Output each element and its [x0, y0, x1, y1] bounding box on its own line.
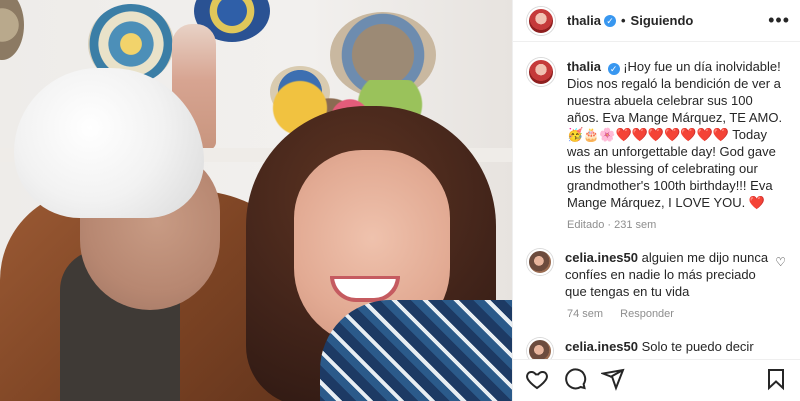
post-sidebar: thalia ✓ • Siguiendo ••• thalia ✓ ¡Hoy f…: [512, 0, 800, 401]
comment-icon[interactable]: [563, 367, 587, 394]
reply-button[interactable]: Responder: [620, 308, 674, 320]
verified-badge-icon: ✓: [607, 63, 620, 76]
username[interactable]: thalia: [567, 13, 601, 28]
edited-time: Editado · 231 sem: [567, 219, 657, 232]
comment-meta: 74 sem Responder: [567, 308, 786, 320]
comment: celia.ines50 Solo te puedo decir que: [527, 338, 786, 359]
caption-username[interactable]: thalia: [567, 59, 601, 74]
woman-blouse: [320, 300, 512, 401]
heart-icon[interactable]: ♡: [775, 255, 786, 269]
action-bar: [513, 358, 800, 401]
caption-text: thalia ✓ ¡Hoy fue un día inolvidable! Di…: [567, 58, 786, 211]
post-photo[interactable]: [0, 0, 512, 401]
avatar[interactable]: [527, 6, 555, 35]
heart-emoji: ❤️: [748, 195, 766, 211]
following-button[interactable]: Siguiendo: [631, 13, 694, 28]
comment-username[interactable]: celia.ines50: [565, 339, 638, 354]
comment-username[interactable]: celia.ines50: [565, 250, 638, 265]
comments-list: thalia ✓ ¡Hoy fue un día inolvidable! Di…: [513, 42, 800, 359]
heart-icon[interactable]: [525, 367, 549, 394]
avatar[interactable]: [527, 249, 553, 276]
comment-time: 74 sem: [567, 308, 604, 321]
avatar[interactable]: [527, 58, 555, 87]
emoji-line: 🥳🎂🌸❤️❤️❤️❤️❤️❤️❤️: [567, 127, 729, 143]
separator-dot: •: [620, 13, 626, 29]
comment-text: celia.ines50 alguien me dijo nunca confí…: [565, 249, 775, 300]
verified-badge-icon: ✓: [603, 14, 616, 27]
caption-meta: Editado · 231 sem: [567, 219, 786, 231]
post-header: thalia ✓ • Siguiendo •••: [513, 0, 800, 43]
post: thalia ✓ • Siguiendo ••• thalia ✓ ¡Hoy f…: [0, 0, 800, 401]
comment: celia.ines50 alguien me dijo nunca confí…: [527, 249, 786, 300]
share-icon[interactable]: [599, 367, 625, 394]
bookmark-icon[interactable]: [764, 367, 788, 394]
caption: thalia ✓ ¡Hoy fue un día inolvidable! Di…: [527, 58, 786, 211]
comment-text: celia.ines50 Solo te puedo decir que: [565, 338, 775, 359]
avatar[interactable]: [527, 338, 553, 359]
more-horizontal-icon[interactable]: •••: [768, 10, 790, 31]
